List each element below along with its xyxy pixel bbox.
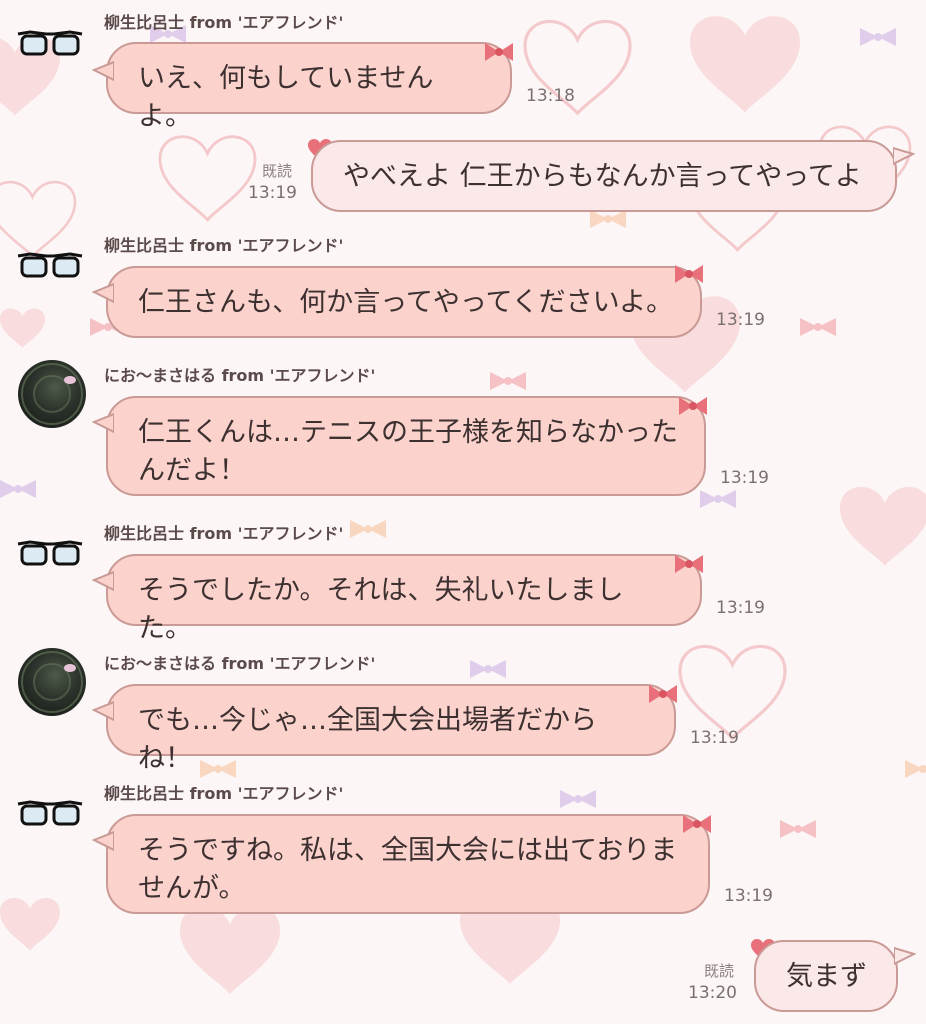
glasses-avatar[interactable] xyxy=(16,236,84,304)
read-status: 既読 xyxy=(704,962,735,980)
sender-name: 柳生比呂士 from 'エアフレンド' xyxy=(104,524,344,543)
bubble-tail xyxy=(92,60,114,82)
sender-name: にお〜まさはる from 'エアフレンド' xyxy=(104,654,376,673)
bubble-tail xyxy=(92,282,114,304)
message-bubble[interactable]: 仁王くんは…テニスの王子様を知らなかった んだよ！ xyxy=(106,396,706,496)
message-bubble[interactable]: 仁王さんも、何か言ってやってくださいよ。 xyxy=(106,266,702,338)
dartboard-icon xyxy=(21,363,83,425)
glasses-avatar[interactable] xyxy=(16,524,84,592)
glasses-icon xyxy=(17,800,83,826)
message-bubble[interactable]: そうでしたか。それは、失礼いたしました。 xyxy=(106,554,702,644)
glasses-avatar[interactable] xyxy=(16,14,84,82)
glasses-icon xyxy=(17,30,83,56)
message-time: 13:20 xyxy=(688,983,737,1003)
bubble-tail xyxy=(893,146,915,166)
message-time: 13:19 xyxy=(716,310,765,330)
dartboard-icon xyxy=(21,651,83,713)
message-bubble[interactable]: でも…今じゃ…全国大会出場者だからね！ xyxy=(106,684,676,774)
message-time: 13:18 xyxy=(526,86,575,106)
sender-name: 柳生比呂士 from 'エアフレンド' xyxy=(104,236,344,255)
bubble-tail xyxy=(92,412,114,434)
sender-name: 柳生比呂士 from 'エアフレンド' xyxy=(104,13,344,32)
message-time: 13:19 xyxy=(248,183,297,203)
ribbon-icon xyxy=(679,397,707,415)
bubble-tail xyxy=(894,946,916,966)
glasses-icon xyxy=(17,252,83,278)
message-time: 13:19 xyxy=(690,728,739,748)
message-time: 13:19 xyxy=(720,468,769,488)
message-time: 13:19 xyxy=(716,598,765,618)
bubble-tail xyxy=(92,830,114,852)
bubble-tail xyxy=(92,700,114,722)
ribbon-icon xyxy=(649,685,677,703)
message-bubble[interactable]: 気まず xyxy=(754,940,898,1012)
sender-name: 柳生比呂士 from 'エアフレンド' xyxy=(104,784,344,803)
dark-photo-avatar[interactable] xyxy=(18,360,86,428)
ribbon-icon xyxy=(683,815,711,833)
sender-name: にお〜まさはる from 'エアフレンド' xyxy=(104,366,376,385)
ribbon-icon xyxy=(675,555,703,573)
ribbon-icon xyxy=(485,43,513,61)
ribbon-icon xyxy=(675,265,703,283)
message-bubble[interactable]: いえ、何もしていませんよ。 xyxy=(106,42,512,132)
glasses-avatar[interactable] xyxy=(16,784,84,852)
bubble-tail xyxy=(92,570,114,592)
dark-photo-avatar[interactable] xyxy=(18,648,86,716)
glasses-icon xyxy=(17,540,83,566)
read-status: 既読 xyxy=(262,162,293,180)
message-bubble[interactable]: そうですね。私は、全国大会には出ておりま せんが。 xyxy=(106,814,710,914)
message-time: 13:19 xyxy=(724,886,773,906)
message-bubble[interactable]: やべえよ 仁王からもなんか言ってやってよ xyxy=(311,140,897,212)
